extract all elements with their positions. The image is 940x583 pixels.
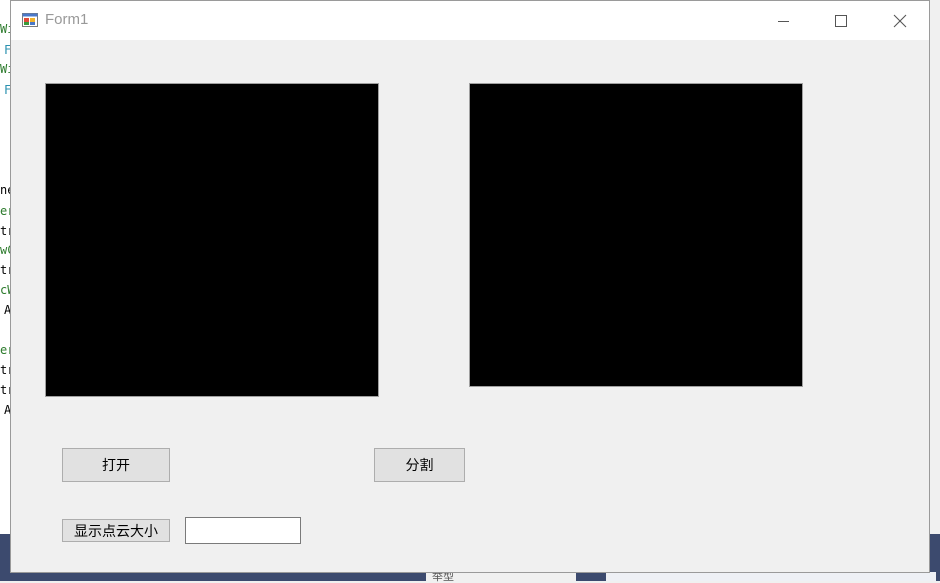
background-panel-text: 举型 xyxy=(432,570,454,583)
left-picture-box xyxy=(45,83,379,397)
show-point-size-button[interactable]: 显示点云大小 xyxy=(62,519,170,542)
close-button[interactable] xyxy=(877,1,923,40)
form-app-icon xyxy=(22,12,38,28)
segment-button[interactable]: 分割 xyxy=(374,448,465,482)
title-bar[interactable]: Form1 xyxy=(11,1,929,40)
minimize-button[interactable] xyxy=(761,1,807,40)
point-size-input[interactable] xyxy=(185,517,301,544)
form-window: Form1 打开 分割 显示点云大小 xyxy=(10,0,930,573)
close-icon xyxy=(893,14,907,27)
maximize-button[interactable] xyxy=(818,1,864,40)
window-title: Form1 xyxy=(45,11,89,28)
minimize-icon xyxy=(778,20,789,22)
background-panel xyxy=(606,572,936,581)
maximize-icon xyxy=(835,14,847,27)
right-picture-box xyxy=(469,83,803,387)
open-button[interactable]: 打开 xyxy=(62,448,170,482)
